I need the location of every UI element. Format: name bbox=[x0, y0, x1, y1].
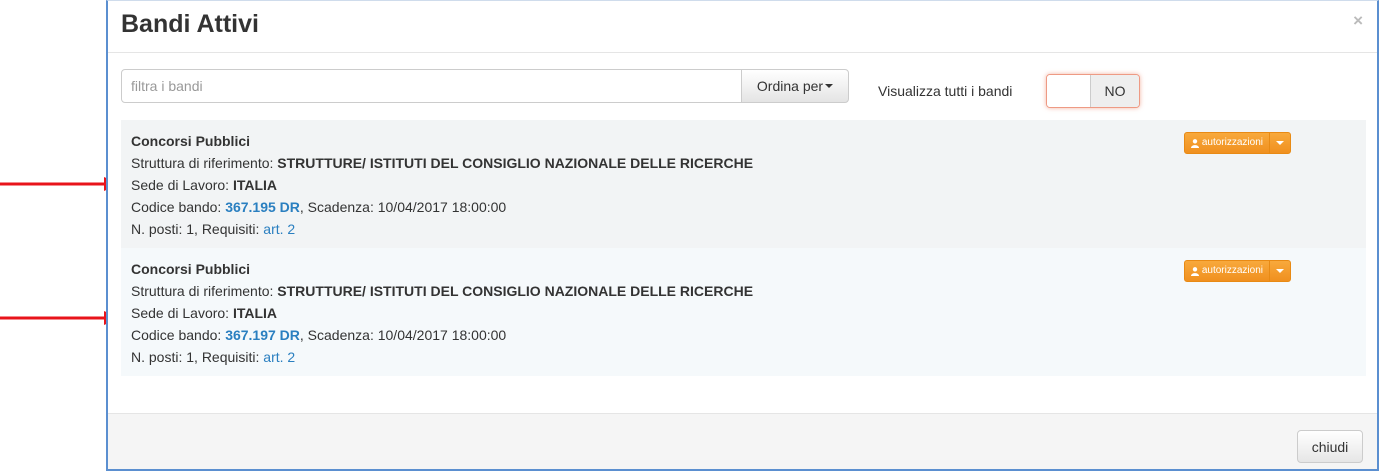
autorizzazioni-dropdown-toggle[interactable] bbox=[1269, 260, 1291, 282]
requirements-label: , Requisiti: bbox=[194, 349, 260, 365]
user-icon bbox=[1190, 266, 1199, 276]
close-button[interactable]: chiudi bbox=[1297, 430, 1363, 463]
location-value: ITALIA bbox=[232, 305, 278, 321]
search-input[interactable] bbox=[121, 69, 742, 103]
search-group: Ordina per bbox=[121, 69, 849, 103]
location-value: ITALIA bbox=[232, 177, 278, 193]
modal-footer: chiudi bbox=[108, 413, 1377, 469]
requirements-label: , Requisiti: bbox=[194, 221, 260, 237]
bando-code-link[interactable]: 367.197 DR bbox=[225, 327, 300, 343]
autorizzazioni-label: autorizzazioni bbox=[1201, 137, 1263, 148]
bando-category: Concorsi Pubblici bbox=[131, 261, 251, 277]
requirements-link[interactable]: art. 2 bbox=[263, 221, 295, 237]
autorizzazioni-split-button: autorizzazioni bbox=[1183, 260, 1291, 282]
bando-posts-line: N. posti: 1, Requisiti: art. 2 bbox=[131, 346, 1356, 368]
sort-dropdown-button[interactable]: Ordina per bbox=[741, 69, 849, 103]
posts-value: 1 bbox=[186, 349, 195, 365]
autorizzazioni-button[interactable]: autorizzazioni bbox=[1183, 260, 1270, 282]
toggle-handle bbox=[1047, 75, 1091, 107]
deadline-label: , Scadenza: bbox=[299, 199, 374, 215]
annotation-arrow bbox=[0, 177, 120, 191]
structure-value: STRUTTURE/ ISTITUTI DEL CONSIGLIO NAZION… bbox=[277, 155, 754, 171]
code-label: Codice bando: bbox=[131, 199, 222, 215]
structure-value: STRUTTURE/ ISTITUTI DEL CONSIGLIO NAZION… bbox=[277, 283, 754, 299]
show-all-label: Visualizza tutti i bandi bbox=[878, 83, 1013, 99]
posts-value: 1 bbox=[186, 221, 195, 237]
deadline-value: 10/04/2017 18:00:00 bbox=[377, 327, 507, 343]
code-label: Codice bando: bbox=[131, 327, 222, 343]
location-label: Sede di Lavoro: bbox=[131, 177, 230, 193]
bando-item: Concorsi Pubblici Struttura di riferimen… bbox=[121, 248, 1366, 376]
caret-down-icon bbox=[825, 84, 834, 88]
structure-label: Struttura di riferimento: bbox=[131, 155, 274, 171]
deadline-label: , Scadenza: bbox=[299, 327, 374, 343]
bando-code-link[interactable]: 367.195 DR bbox=[225, 199, 300, 215]
caret-down-icon bbox=[1276, 141, 1284, 145]
annotation-arrow bbox=[0, 311, 120, 325]
user-icon bbox=[1190, 138, 1199, 148]
show-all-toggle[interactable]: NO bbox=[1046, 74, 1140, 108]
location-label: Sede di Lavoro: bbox=[131, 305, 230, 321]
posts-label: N. posti: bbox=[131, 221, 183, 237]
bando-code-line: Codice bando: 367.195 DR, Scadenza: 10/0… bbox=[131, 196, 1356, 218]
autorizzazioni-button[interactable]: autorizzazioni bbox=[1183, 132, 1270, 154]
bando-location-line: Sede di Lavoro: ITALIA bbox=[131, 302, 1356, 324]
bando-item: Concorsi Pubblici Struttura di riferimen… bbox=[121, 120, 1366, 248]
deadline-value: 10/04/2017 18:00:00 bbox=[377, 199, 507, 215]
toggle-state-label: NO bbox=[1091, 75, 1139, 107]
bando-category: Concorsi Pubblici bbox=[131, 133, 251, 149]
bando-code-line: Codice bando: 367.197 DR, Scadenza: 10/0… bbox=[131, 324, 1356, 346]
structure-label: Struttura di riferimento: bbox=[131, 283, 274, 299]
autorizzazioni-label: autorizzazioni bbox=[1201, 265, 1263, 276]
bando-structure-line: Struttura di riferimento: STRUTTURE/ IST… bbox=[131, 280, 1356, 302]
bando-structure-line: Struttura di riferimento: STRUTTURE/ IST… bbox=[131, 152, 1356, 174]
modal-header: Bandi Attivi × bbox=[108, 1, 1377, 53]
bando-posts-line: N. posti: 1, Requisiti: art. 2 bbox=[131, 218, 1356, 240]
autorizzazioni-split-button: autorizzazioni bbox=[1183, 132, 1291, 154]
modal-title: Bandi Attivi bbox=[121, 10, 259, 38]
bando-location-line: Sede di Lavoro: ITALIA bbox=[131, 174, 1356, 196]
requirements-link[interactable]: art. 2 bbox=[263, 349, 295, 365]
posts-label: N. posti: bbox=[131, 349, 183, 365]
sort-button-label: Ordina per bbox=[756, 78, 824, 94]
caret-down-icon bbox=[1276, 269, 1284, 273]
close-icon[interactable]: × bbox=[1353, 12, 1363, 29]
autorizzazioni-dropdown-toggle[interactable] bbox=[1269, 132, 1291, 154]
bandi-modal: Bandi Attivi × Ordina per Visualizza tut… bbox=[106, 0, 1379, 471]
